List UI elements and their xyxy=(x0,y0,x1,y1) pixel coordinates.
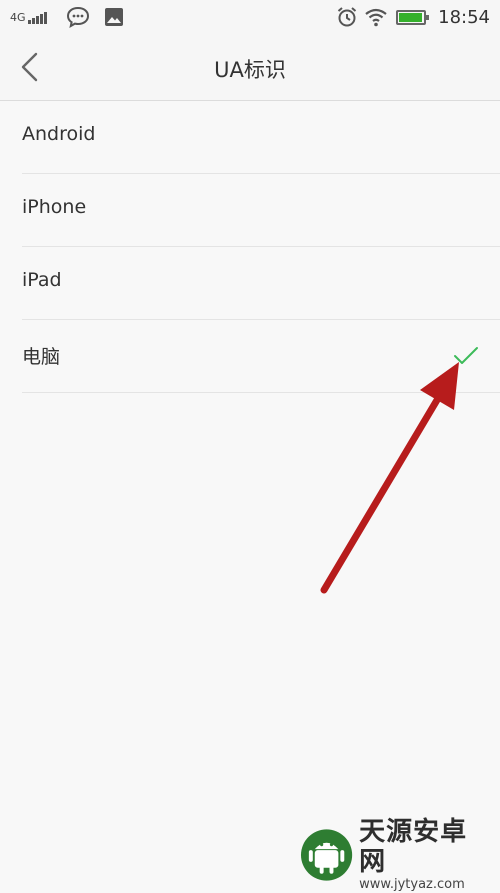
watermark-url: www.jytyaz.com xyxy=(359,877,465,892)
watermark-title: 天源安卓网 xyxy=(359,817,468,877)
watermark-text: 天源安卓网 www.jytyaz.com xyxy=(359,817,492,893)
site-watermark: 天源安卓网 www.jytyaz.com xyxy=(300,817,492,892)
annotation-arrow-icon xyxy=(320,362,459,594)
android-logo-icon xyxy=(300,829,353,881)
